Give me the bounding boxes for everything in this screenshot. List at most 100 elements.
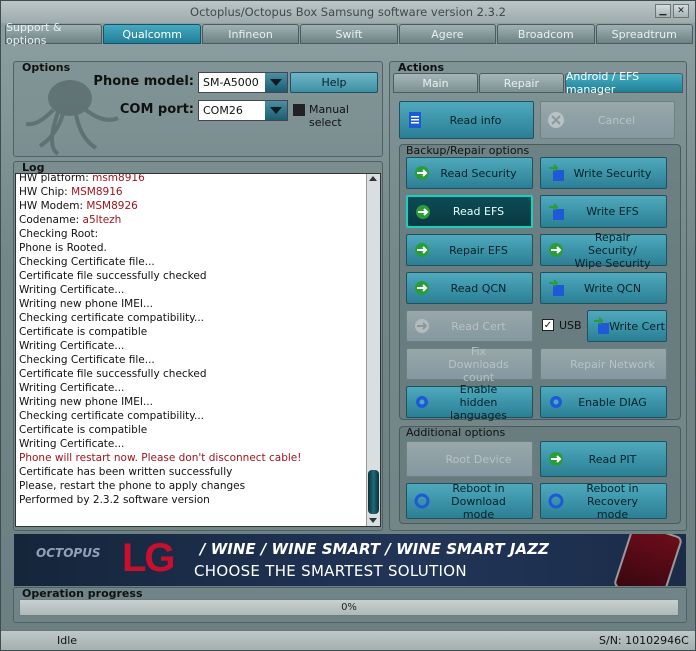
log-line: Writing new phone IMEI... bbox=[19, 395, 377, 409]
write-chip-icon bbox=[594, 317, 609, 334]
log-line: Checking Certificate file... bbox=[19, 353, 377, 367]
repair-icon bbox=[415, 243, 429, 257]
tab-qualcomm[interactable]: Qualcomm bbox=[103, 24, 201, 44]
manual-select-checkbox[interactable] bbox=[293, 104, 305, 116]
log-line-value: msm8916 bbox=[92, 173, 145, 184]
help-button[interactable]: Help bbox=[290, 72, 378, 93]
log-line-text: Please, restart the phone to apply chang… bbox=[19, 480, 246, 492]
log-line-text: Phone is Rooted. bbox=[19, 242, 107, 254]
window-title: Octoplus/Octopus Box Samsung software ve… bbox=[190, 5, 506, 19]
log-line: Checking Root: bbox=[19, 227, 377, 241]
additional-options-title: Additional options bbox=[406, 426, 506, 439]
log-line-text: HW Modem: bbox=[19, 200, 87, 212]
com-port-select[interactable]: COM26 bbox=[198, 100, 288, 121]
serial-number: S/N: 10102946C bbox=[599, 634, 689, 647]
options-panel: Options Phone model: SM-A5000 Help COM p… bbox=[13, 61, 383, 157]
write-chip-icon bbox=[549, 279, 564, 296]
backup-repair-title: Backup/Repair options bbox=[406, 144, 530, 157]
log-line-text: Phone will restart now. Please don't dis… bbox=[19, 452, 302, 464]
repair-security-button[interactable]: Repair Security/ Wipe Security bbox=[540, 231, 667, 270]
read-arrow-icon bbox=[415, 319, 429, 333]
tab-android-efs-manager[interactable]: Android / EFS manager bbox=[564, 70, 683, 96]
log-line-text: Checking certificate compatibility... bbox=[19, 312, 205, 324]
scroll-thumb[interactable] bbox=[368, 470, 379, 514]
read-pit-button[interactable]: Read PIT bbox=[540, 441, 667, 477]
log-line-text: Writing Certificate... bbox=[19, 340, 125, 352]
write-qcn-button[interactable]: Write QCN bbox=[540, 272, 667, 304]
log-line: Writing new phone IMEI... bbox=[19, 297, 377, 311]
log-line-text: HW Chip: bbox=[19, 186, 72, 198]
log-area[interactable]: HW platform: msm8916 HW Chip: MSM8916 HW M… bbox=[15, 173, 381, 527]
tab-swift[interactable]: Swift bbox=[300, 24, 398, 44]
write-chip-icon bbox=[549, 164, 564, 181]
log-line-text: Performed by 2.3.2 software version bbox=[19, 494, 210, 506]
tab-repair[interactable]: Repair bbox=[478, 73, 564, 93]
tab-main[interactable]: Main bbox=[393, 73, 478, 93]
document-icon bbox=[409, 112, 421, 128]
progress-bar: 0% bbox=[19, 599, 679, 616]
read-arrow-icon bbox=[415, 281, 429, 295]
promo-banner[interactable]: OCTOPUS LG / WINE / WINE SMART / WINE SM… bbox=[14, 534, 686, 586]
cancel-button[interactable]: Cancel bbox=[540, 101, 675, 139]
fix-downloads-button[interactable]: Fix Downloads count bbox=[406, 345, 533, 384]
status-state: Idle bbox=[57, 634, 78, 647]
enable-diag-button[interactable]: Enable DIAG bbox=[540, 386, 667, 418]
log-line-text: Certificate has been written successfull… bbox=[19, 466, 233, 478]
log-line-text: Certificate file successfully checked bbox=[19, 368, 207, 380]
tab-agere[interactable]: Agere bbox=[398, 24, 497, 44]
log-line: Checking certificate compatibility... bbox=[19, 409, 377, 423]
com-port-label: COM port: bbox=[119, 102, 194, 117]
app-window: Octoplus/Octopus Box Samsung software ve… bbox=[0, 0, 696, 651]
chevron-down-icon[interactable] bbox=[265, 73, 287, 92]
log-scrollbar[interactable] bbox=[366, 174, 380, 526]
scroll-up-icon[interactable] bbox=[369, 176, 377, 181]
tab-support-options[interactable]: Support & options bbox=[5, 21, 103, 47]
read-efs-button[interactable]: Read EFS bbox=[406, 195, 533, 228]
write-cert-button[interactable]: Write Cert bbox=[587, 310, 667, 342]
repair-network-button[interactable]: Repair Network bbox=[540, 348, 667, 380]
status-bar: Idle S/N: 10102946C bbox=[1, 630, 695, 650]
log-line: Certificate is compatible bbox=[19, 325, 377, 339]
phone-model-select[interactable]: SM-A5000 bbox=[198, 72, 288, 93]
tab-broadcom[interactable]: Broadcom bbox=[497, 24, 595, 44]
tab-infineon[interactable]: Infineon bbox=[201, 24, 300, 44]
read-info-button[interactable]: Read info bbox=[399, 101, 534, 139]
log-line: HW platform: msm8916 bbox=[19, 173, 377, 185]
usb-checkbox[interactable]: ✓ bbox=[542, 319, 554, 331]
write-efs-button[interactable]: Write EFS bbox=[540, 195, 667, 228]
reboot-download-button[interactable]: Reboot in Download mode bbox=[406, 482, 533, 521]
read-qcn-button[interactable]: Read QCN bbox=[406, 272, 533, 304]
minimize-button[interactable]: ▁ bbox=[655, 4, 671, 18]
read-security-button[interactable]: Read Security bbox=[406, 157, 533, 189]
log-line: Writing Certificate... bbox=[19, 437, 377, 451]
log-line-text: Certificate is compatible bbox=[19, 424, 148, 436]
chevron-down-icon[interactable] bbox=[265, 101, 287, 120]
main-tabs: Support & options Qualcomm Infineon Swif… bbox=[5, 21, 693, 47]
actions-tabs: Main Repair Android / EFS manager bbox=[393, 70, 683, 96]
log-line: Please, restart the phone to apply chang… bbox=[19, 479, 377, 493]
root-device-button[interactable]: Root Device bbox=[406, 441, 533, 477]
log-line-text: Checking Certificate file... bbox=[19, 354, 155, 366]
cancel-icon bbox=[548, 112, 564, 128]
close-button[interactable]: ✕ bbox=[673, 4, 689, 18]
enable-hidden-languages-button[interactable]: Enable hidden languages bbox=[406, 383, 533, 422]
log-line: Checking certificate compatibility... bbox=[19, 311, 377, 325]
window-controls: ▁ ✕ bbox=[655, 4, 689, 18]
read-cert-button[interactable]: Read Cert bbox=[406, 310, 533, 342]
write-security-button[interactable]: Write Security bbox=[540, 157, 667, 189]
log-line: Certificate has been written successfull… bbox=[19, 465, 377, 479]
scroll-down-icon[interactable] bbox=[369, 518, 377, 523]
log-line: Writing Certificate... bbox=[19, 283, 377, 297]
log-line: Phone is Rooted. bbox=[19, 241, 377, 255]
reboot-recovery-button[interactable]: Reboot in Recovery mode bbox=[540, 482, 667, 521]
log-line: Phone will restart now. Please don't dis… bbox=[19, 451, 377, 465]
log-line-text: Checking certificate compatibility... bbox=[19, 410, 205, 422]
phone-model-value: SM-A5000 bbox=[203, 76, 259, 89]
title-bar: Octoplus/Octopus Box Samsung software ve… bbox=[1, 1, 695, 23]
repair-icon bbox=[549, 243, 563, 257]
tab-spreadtrum[interactable]: Spreadtrum bbox=[595, 24, 693, 44]
gear-icon bbox=[550, 396, 562, 408]
progress-label: 0% bbox=[341, 602, 357, 613]
repair-efs-button[interactable]: Repair EFS bbox=[406, 234, 533, 266]
reboot-icon bbox=[414, 493, 430, 509]
